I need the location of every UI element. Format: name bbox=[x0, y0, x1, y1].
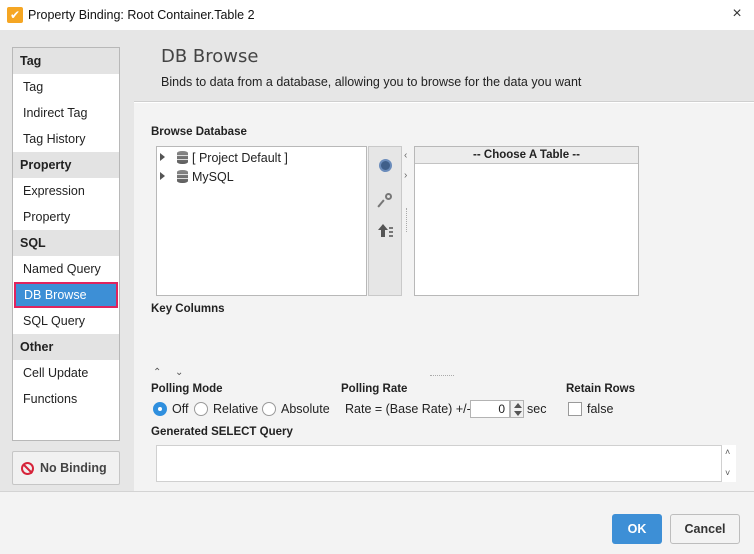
collapse-up-icon[interactable]: ⌃ bbox=[153, 367, 161, 378]
no-binding-button[interactable]: No Binding bbox=[12, 451, 120, 485]
page-description: Binds to data from a database, allowing … bbox=[161, 75, 582, 89]
tree-node-label: MySQL bbox=[192, 170, 234, 184]
nav-item-db-browse[interactable]: DB Browse bbox=[14, 282, 118, 308]
nav-header-tag: Tag bbox=[13, 48, 119, 74]
horizontal-splitter-grip[interactable] bbox=[430, 375, 454, 377]
polling-relative-label[interactable]: Relative bbox=[213, 402, 258, 416]
splitter-grip[interactable] bbox=[406, 208, 408, 232]
retain-rows-checkbox[interactable] bbox=[568, 402, 582, 416]
polling-rate-prefix: Rate = (Base Rate) +/- bbox=[345, 402, 471, 416]
split-right-arrow-icon[interactable]: › bbox=[404, 170, 407, 181]
splitter[interactable] bbox=[402, 146, 414, 296]
browse-database-label: Browse Database bbox=[151, 126, 247, 138]
generated-query-label: Generated SELECT Query bbox=[151, 426, 293, 438]
collapse-down-icon[interactable]: ⌄ bbox=[175, 367, 183, 378]
page-title: DB Browse bbox=[161, 46, 259, 67]
tree-node-mysql[interactable]: MySQL bbox=[157, 168, 357, 186]
app-icon: ✔ bbox=[7, 7, 23, 23]
nav-item-cell-update[interactable]: Cell Update bbox=[13, 360, 119, 386]
key-columns-label: Key Columns bbox=[151, 303, 225, 315]
tree-node-project-default[interactable]: [ Project Default ] bbox=[157, 149, 357, 167]
nav-item-tag-history[interactable]: Tag History bbox=[13, 126, 119, 152]
expand-arrow-icon[interactable] bbox=[160, 153, 165, 161]
polling-rate-spinner[interactable] bbox=[510, 400, 524, 418]
generated-query-textarea[interactable] bbox=[156, 445, 736, 482]
polling-rate-input[interactable]: 0 bbox=[470, 400, 510, 418]
spinner-down-icon[interactable] bbox=[514, 411, 522, 416]
nav-header-other: Other bbox=[13, 334, 119, 360]
split-left-arrow-icon[interactable]: ‹ bbox=[404, 150, 407, 161]
retain-rows-value: false bbox=[587, 402, 614, 416]
sort-icon[interactable] bbox=[377, 221, 395, 239]
tree-node-label: [ Project Default ] bbox=[192, 151, 288, 165]
no-binding-icon bbox=[21, 462, 34, 475]
database-icon bbox=[177, 151, 188, 164]
nav-item-property[interactable]: Property bbox=[13, 204, 119, 230]
key-icon[interactable] bbox=[377, 191, 395, 209]
polling-off-radio[interactable] bbox=[153, 402, 167, 416]
nav-item-expression[interactable]: Expression bbox=[13, 178, 119, 204]
window-title: Property Binding: Root Container.Table 2 bbox=[28, 8, 255, 22]
nav-header-property: Property bbox=[13, 152, 119, 178]
polling-rate-unit: sec bbox=[527, 402, 547, 416]
polling-absolute-radio[interactable] bbox=[262, 402, 276, 416]
binding-type-list: Tag Tag Indirect Tag Tag History Propert… bbox=[12, 47, 120, 441]
scroll-down-icon[interactable]: ˅ bbox=[725, 468, 730, 478]
cancel-button[interactable]: Cancel bbox=[670, 514, 740, 544]
polling-absolute-label[interactable]: Absolute bbox=[281, 402, 330, 416]
polling-off-label[interactable]: Off bbox=[172, 402, 188, 416]
table-list-header: -- Choose A Table -- bbox=[415, 147, 638, 164]
nav-item-sql-query[interactable]: SQL Query bbox=[13, 308, 119, 334]
ok-button[interactable]: OK bbox=[612, 514, 662, 544]
nav-item-named-query[interactable]: Named Query bbox=[13, 256, 119, 282]
database-icon bbox=[177, 170, 188, 183]
table-list[interactable]: -- Choose A Table -- bbox=[414, 146, 639, 296]
database-tree: [ Project Default ] MySQL bbox=[156, 146, 367, 296]
browse-toolbar bbox=[368, 146, 402, 296]
expand-arrow-icon[interactable] bbox=[160, 172, 165, 180]
spinner-up-icon[interactable] bbox=[514, 403, 522, 408]
close-icon[interactable]: × bbox=[727, 4, 747, 24]
query-scrollbar[interactable]: ˄ ˅ bbox=[721, 445, 736, 482]
nav-item-indirect-tag[interactable]: Indirect Tag bbox=[13, 100, 119, 126]
nav-item-tag[interactable]: Tag bbox=[13, 74, 119, 100]
refresh-icon[interactable] bbox=[377, 157, 395, 175]
nav-header-sql: SQL bbox=[13, 230, 119, 256]
nav-item-functions[interactable]: Functions bbox=[13, 386, 119, 412]
scroll-up-icon[interactable]: ˄ bbox=[725, 447, 730, 457]
polling-relative-radio[interactable] bbox=[194, 402, 208, 416]
no-binding-label: No Binding bbox=[40, 461, 107, 475]
polling-rate-label: Polling Rate bbox=[341, 383, 408, 395]
retain-rows-label: Retain Rows bbox=[566, 383, 636, 395]
polling-mode-label: Polling Mode bbox=[151, 383, 223, 395]
